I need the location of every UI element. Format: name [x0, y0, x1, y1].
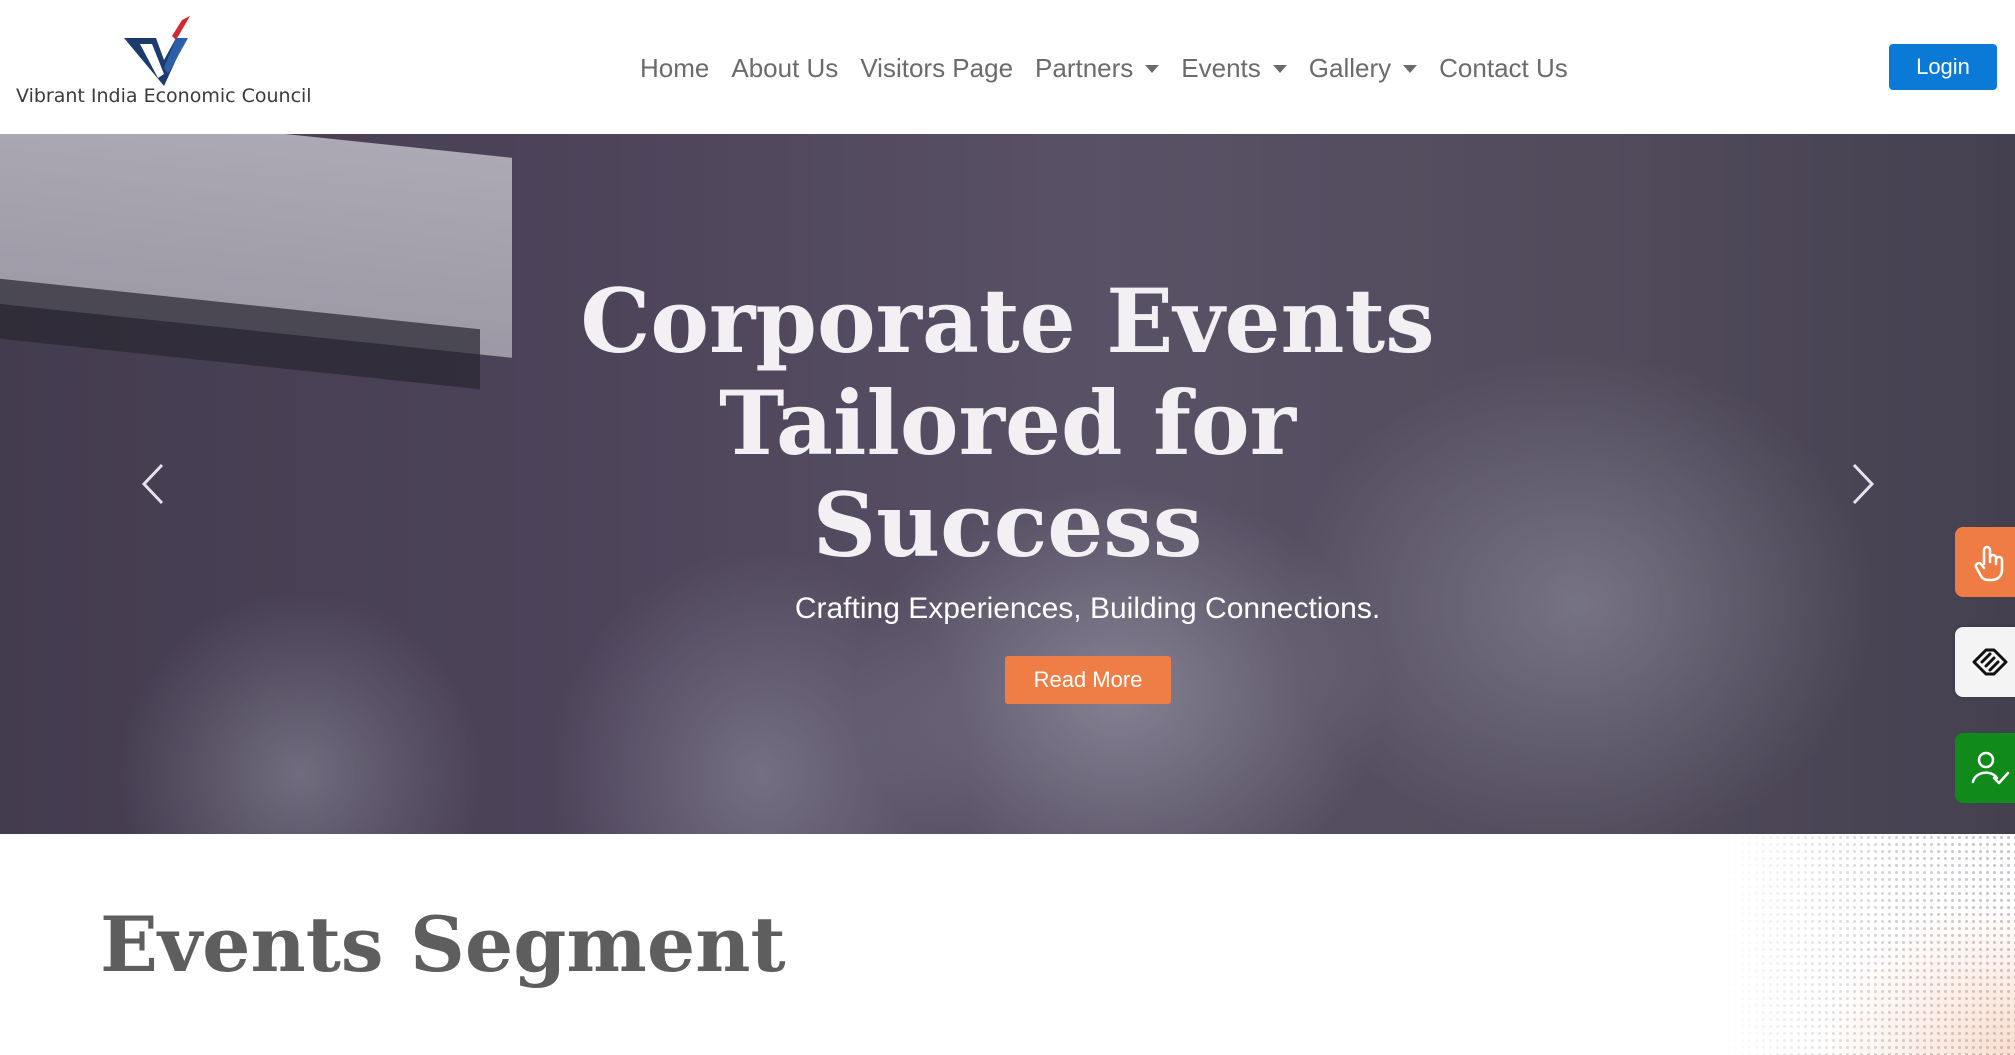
read-more-button[interactable]: Read More [1005, 656, 1171, 704]
chevron-left-icon[interactable] [134, 459, 174, 509]
nav-item-contact-us[interactable]: Contact Us [1439, 53, 1568, 84]
hero-title-line: Corporate Events [580, 269, 1435, 373]
nav-item-label: Events [1181, 52, 1261, 83]
events-segment-section: Events Segment [0, 834, 2015, 1055]
main-nav: Home About Us Visitors Page Partners Eve… [640, 48, 1590, 88]
nav-item-about-us[interactable]: About Us [731, 53, 838, 84]
hero-title: Corporate Events Tailored for Success [0, 270, 2015, 576]
hero-carousel: Corporate Events Tailored for Success Cr… [0, 134, 2015, 834]
caret-down-icon [1403, 65, 1418, 73]
side-visitor-button[interactable] [1955, 733, 2015, 803]
nav-item-label: Partners [1035, 52, 1134, 83]
nav-item-visitors-page[interactable]: Visitors Page [860, 53, 1013, 84]
nav-item-label: Home [640, 52, 710, 83]
nav-item-label: Contact Us [1439, 52, 1568, 83]
hero-title-line: Success [812, 473, 1203, 577]
site-logo[interactable]: Vibrant India Economic Council [16, 16, 316, 116]
caret-down-icon [1272, 65, 1287, 73]
nav-item-label: Gallery [1308, 52, 1392, 83]
nav-item-gallery[interactable]: Gallery [1308, 52, 1418, 84]
nav-item-events[interactable]: Events [1181, 53, 1287, 84]
tap-hand-icon [1974, 545, 2004, 582]
nav-item-label: Visitors Page [860, 52, 1014, 83]
nav-item-home[interactable]: Home [640, 53, 709, 84]
handshake-icon [1972, 648, 2008, 676]
side-partner-button[interactable] [1955, 627, 2015, 697]
logo-text: Vibrant India Economic Council [16, 85, 312, 107]
hero-subtitle: Crafting Experiences, Building Connectio… [794, 592, 1381, 625]
chevron-right-icon[interactable] [1842, 459, 1882, 509]
user-check-icon [1971, 751, 2010, 785]
login-button[interactable]: Login [1889, 44, 1997, 90]
decorative-glow [1815, 894, 2015, 1055]
nav-item-label: About Us [731, 52, 839, 83]
hero-title-line: Tailored for [718, 371, 1297, 475]
section-title: Events Segment [100, 900, 786, 989]
vieco-v-logo-icon [124, 16, 190, 86]
site-header: Vibrant India Economic Council Home Abou… [0, 0, 2015, 134]
side-register-button[interactable] [1955, 527, 2015, 597]
caret-down-icon [1145, 65, 1160, 73]
nav-item-partners[interactable]: Partners [1035, 52, 1160, 84]
